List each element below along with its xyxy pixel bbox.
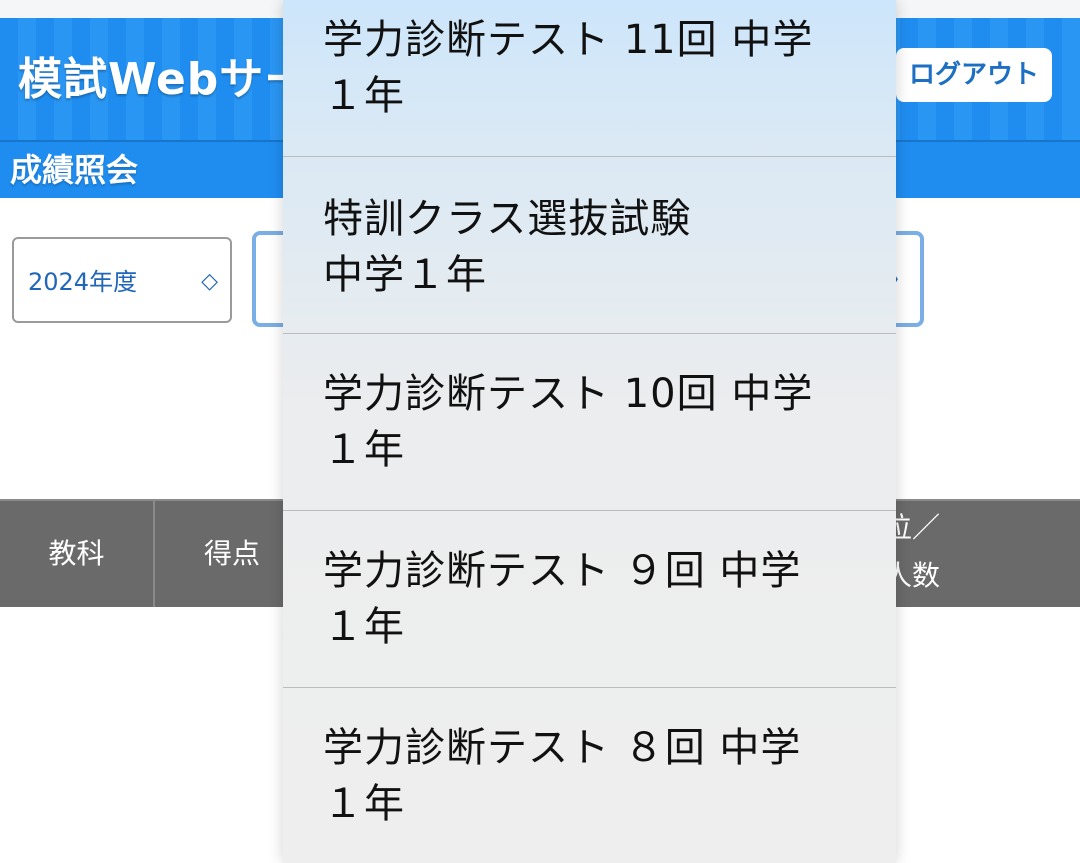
year-select[interactable]: 2024年度 ◇ (12, 237, 232, 323)
column-header-subject[interactable]: 教科 (0, 501, 155, 607)
option-label-line1: 学力診断テスト 11回 中学 (323, 17, 814, 63)
dropdown-option[interactable]: 学力診断テスト 11回 中学 １年 (283, 0, 896, 157)
option-label-line1: 特訓クラス選抜試験 (323, 196, 692, 242)
option-label-line1: 学力診断テスト 10回 中学 (323, 371, 814, 417)
option-label-line1: 学力診断テスト ９回 中学 (323, 548, 802, 594)
page-title: 成績照会 (10, 151, 139, 189)
dropdown-option[interactable]: 学力診断テスト 10回 中学 １年 (283, 334, 896, 511)
option-label-line1: 学力診断テスト ８回 中学 (323, 725, 802, 771)
option-label-line2: １年 (323, 73, 405, 119)
exam-dropdown-menu[interactable]: 学力診断テスト 11回 中学 １年 特訓クラス選抜試験 中学１年 学力診断テスト… (283, 0, 896, 863)
option-label-line2: １年 (323, 427, 405, 473)
column-header-label: 教科 (48, 537, 105, 570)
chevron-updown-icon: ◇ (201, 269, 218, 294)
dropdown-option[interactable]: 特訓クラス選抜試験 中学１年 (283, 157, 896, 334)
option-label-line2: 中学１年 (323, 252, 487, 298)
option-label-line2: １年 (323, 781, 405, 827)
option-label-line2: １年 (323, 604, 405, 650)
year-select-value: 2024年度 (28, 268, 138, 296)
dropdown-option[interactable]: 学力診断テスト ８回 中学 １年 (283, 688, 896, 863)
dropdown-option[interactable]: 学力診断テスト ９回 中学 １年 (283, 511, 896, 688)
app-title: 模試Webサー (18, 54, 310, 105)
logout-button[interactable]: ログアウト (896, 48, 1052, 102)
